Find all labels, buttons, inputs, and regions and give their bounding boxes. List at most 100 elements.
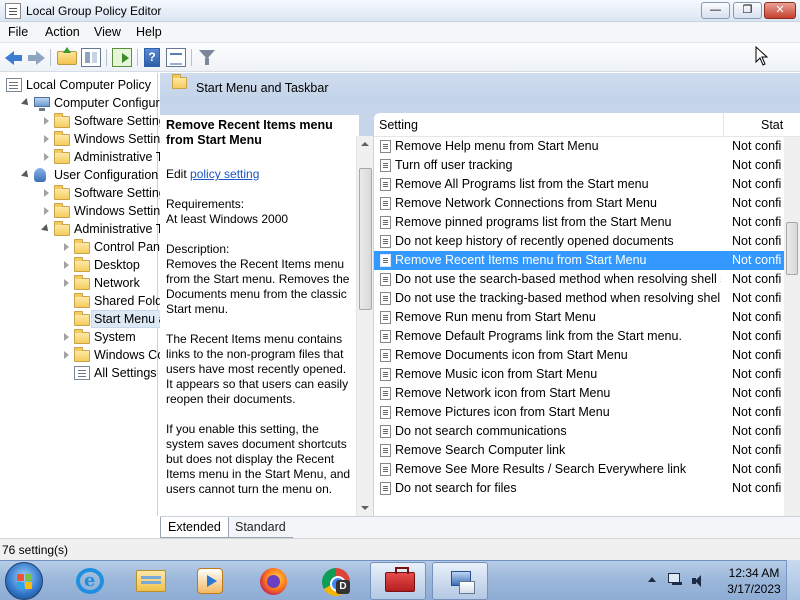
scroll-thumb[interactable]: [359, 168, 372, 310]
view-tabs: Extended Standard: [160, 516, 800, 538]
menu-help[interactable]: Help: [136, 25, 162, 39]
expand-arrow-icon[interactable]: [44, 153, 49, 161]
export-list-icon[interactable]: [112, 48, 132, 67]
expand-arrow-icon[interactable]: [64, 261, 69, 269]
expand-arrow-icon[interactable]: [64, 333, 69, 341]
menu-view[interactable]: View: [94, 25, 121, 39]
policy-setting-icon: [380, 273, 391, 286]
user-icon: [34, 168, 46, 182]
taskbar-toolbox[interactable]: [370, 562, 426, 600]
setting-name: Remove Search Computer link: [395, 443, 566, 457]
folder-icon: [74, 329, 90, 344]
taskbar-file-explorer[interactable]: [122, 562, 178, 600]
folder-icon: [136, 570, 166, 592]
edit-line: Edit policy setting: [166, 167, 353, 182]
taskbar-firefox[interactable]: [245, 562, 301, 600]
table-row[interactable]: Remove Run menu from Start Menu Not confi: [374, 308, 784, 327]
table-row[interactable]: Remove All Programs list from the Start …: [374, 175, 784, 194]
table-row[interactable]: Remove See More Results / Search Everywh…: [374, 460, 784, 479]
menu-action[interactable]: Action: [45, 25, 80, 39]
help-icon[interactable]: ?: [144, 48, 160, 67]
collapse-arrow-icon[interactable]: [41, 224, 51, 234]
expand-arrow-icon[interactable]: [44, 135, 49, 143]
show-hidden-icons-icon[interactable]: [648, 577, 656, 582]
table-row[interactable]: Do not use the search-based method when …: [374, 270, 784, 289]
scroll-up-icon[interactable]: [361, 142, 369, 146]
filter-icon[interactable]: [197, 48, 217, 67]
table-row[interactable]: Remove Network icon from Start Menu Not c…: [374, 384, 784, 403]
description-para3: If you enable this setting, the system s…: [166, 422, 351, 496]
taskbar-internet-explorer[interactable]: [62, 562, 118, 600]
close-button[interactable]: ✕: [764, 2, 796, 19]
start-button[interactable]: [5, 562, 43, 600]
policy-setting-icon: [380, 159, 391, 172]
table-row[interactable]: Remove Help menu from Start Menu Not conf…: [374, 137, 784, 156]
description-scrollbar[interactable]: [356, 136, 373, 516]
clock-date[interactable]: 3/17/2023: [722, 582, 786, 596]
table-row[interactable]: Remove Recent Items menu from Start Menu…: [374, 251, 784, 270]
table-row[interactable]: Remove Network Connections from Start Me…: [374, 194, 784, 213]
minimize-button[interactable]: —: [701, 2, 730, 19]
expand-arrow-icon[interactable]: [64, 279, 69, 287]
setting-name: Do not search for files: [395, 481, 517, 495]
expand-arrow-icon[interactable]: [44, 117, 49, 125]
forward-arrow-icon[interactable]: [26, 48, 46, 67]
table-row[interactable]: Remove pinned programs list from the Sta…: [374, 213, 784, 232]
media-player-icon: [197, 568, 223, 594]
table-row[interactable]: Remove Pictures icon from Start Menu Not …: [374, 403, 784, 422]
table-row[interactable]: Turn off user tracking Not confi: [374, 156, 784, 175]
tree-item-label: Control Panel: [94, 240, 170, 254]
show-desktop-button[interactable]: [786, 560, 800, 600]
expand-arrow-icon[interactable]: [64, 351, 69, 359]
scroll-thumb[interactable]: [786, 222, 798, 275]
expand-arrow-icon[interactable]: [64, 243, 69, 251]
volume-icon[interactable]: [692, 574, 706, 588]
clock-time[interactable]: 12:34 AM: [722, 566, 786, 580]
column-header-setting[interactable]: Setting: [379, 118, 418, 132]
description-content: Remove Recent Items menu from Start Menu…: [160, 115, 359, 516]
policy-setting-icon: [380, 178, 391, 191]
description-para2: The Recent Items menu contains links to …: [166, 332, 349, 406]
policy-setting-icon: [380, 425, 391, 438]
taskbar: D 12:34 AM 3/17/2023: [0, 560, 800, 600]
table-row[interactable]: Do not search communications Not confi: [374, 422, 784, 441]
settings-list-pane: Setting Stat Remove Help menu from Start…: [374, 103, 800, 516]
setting-name: Remove pinned programs list from the Sta…: [395, 215, 672, 229]
tree-item-label: Desktop: [94, 258, 140, 272]
setting-state: Not confi: [732, 424, 782, 438]
table-row[interactable]: Do not use the tracking-based method whe…: [374, 289, 784, 308]
table-row[interactable]: Do not search for files Not confi: [374, 479, 784, 498]
tree-item-label: Windows Setting: [74, 204, 168, 218]
table-row[interactable]: Remove Documents icon from Start Menu Not…: [374, 346, 784, 365]
maximize-button[interactable]: ❐: [733, 2, 762, 19]
tree-item-label: Windows Setting: [74, 132, 168, 146]
up-folder-icon[interactable]: [57, 47, 77, 65]
tab-standard[interactable]: Standard: [228, 517, 293, 538]
column-divider[interactable]: [723, 113, 724, 137]
setting-title: Remove Recent Items menu from Start Menu: [166, 118, 333, 147]
properties-icon[interactable]: [166, 48, 186, 67]
column-header-state[interactable]: Stat: [761, 118, 783, 132]
table-row[interactable]: Remove Default Programs link from the St…: [374, 327, 784, 346]
show-hide-tree-icon[interactable]: [81, 48, 101, 67]
folder-icon: [54, 221, 70, 236]
network-icon[interactable]: [668, 573, 682, 589]
collapse-arrow-icon[interactable]: [21, 170, 31, 180]
scroll-down-icon[interactable]: [361, 506, 369, 510]
expand-arrow-icon[interactable]: [44, 207, 49, 215]
table-row[interactable]: Remove Music icon from Start Menu Not con…: [374, 365, 784, 384]
collapse-arrow-icon[interactable]: [21, 98, 31, 108]
taskbar-chrome[interactable]: D: [308, 562, 364, 600]
expand-arrow-icon[interactable]: [44, 189, 49, 197]
tab-extended[interactable]: Extended: [160, 517, 229, 538]
back-arrow-icon[interactable]: [4, 48, 24, 67]
edit-policy-link[interactable]: policy setting: [190, 167, 259, 181]
tree-item-label: Computer Configura: [54, 96, 167, 110]
list-scrollbar[interactable]: [784, 137, 800, 516]
taskbar-media-player[interactable]: [182, 562, 238, 600]
taskbar-group-policy-editor[interactable]: [432, 562, 488, 600]
table-row[interactable]: Do not keep history of recently opened d…: [374, 232, 784, 251]
table-row[interactable]: Remove Search Computer link Not confi: [374, 441, 784, 460]
menu-file[interactable]: File: [8, 25, 28, 39]
setting-state: Not confi: [732, 272, 782, 286]
